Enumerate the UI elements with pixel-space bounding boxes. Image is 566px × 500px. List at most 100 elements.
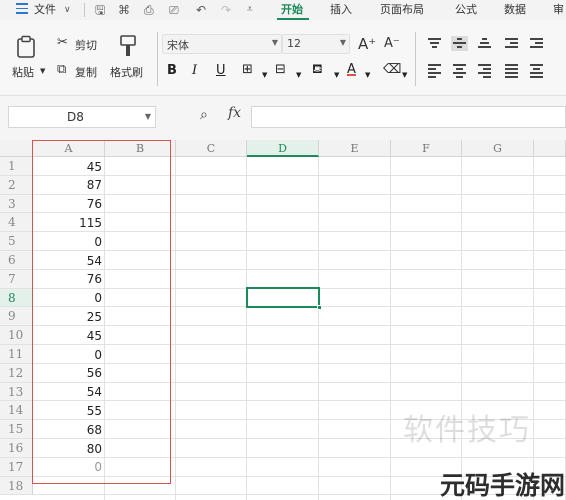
menu-icon[interactable] [16, 3, 28, 14]
copy-button[interactable]: 复制 [75, 64, 97, 80]
tab-formulas[interactable]: 公式 [455, 2, 477, 18]
chevron-down-icon: ▼ [339, 38, 346, 47]
fill-color-icon[interactable]: ⛾ [312, 62, 323, 78]
row-header-4[interactable]: 4 [0, 213, 33, 233]
tab-page-layout[interactable]: 页面布局 [380, 2, 424, 18]
tab-insert[interactable]: 插入 [330, 2, 352, 18]
row-header-15[interactable]: 15 [0, 420, 33, 439]
row-header-16[interactable]: 16 [0, 439, 33, 458]
save-icon[interactable]: 🖫 [95, 2, 105, 18]
row-header-3[interactable]: 3 [0, 194, 33, 214]
divider [84, 3, 85, 17]
justify-icon[interactable] [505, 64, 518, 78]
row-header-5[interactable]: 5 [0, 232, 33, 251]
decrease-font-size-icon[interactable]: A⁻ [384, 36, 400, 52]
tab-review[interactable]: 审 [553, 2, 564, 18]
row-header-6[interactable]: 6 [0, 251, 33, 270]
redo-icon[interactable]: ↷ [221, 2, 231, 18]
name-box[interactable]: D8 ▼ [8, 106, 156, 128]
row-header-2[interactable]: 2 [0, 175, 33, 195]
highlight-box [32, 140, 171, 484]
file-menu[interactable]: 文件 [34, 2, 56, 18]
grid-line [175, 157, 176, 500]
row-header-11[interactable]: 11 [0, 345, 33, 364]
active-cell[interactable] [246, 287, 322, 310]
menu-bar: 文件 ∨ 🖫 ⌘ ⎙ ⎚ ↶ ↷ ⩡ 开始 插入 页面布局 公式 数据 审 [0, 0, 566, 20]
column-header-f[interactable]: F [391, 140, 462, 157]
distributed-icon[interactable] [530, 64, 543, 78]
font-color-icon[interactable]: A [347, 62, 356, 78]
watermark-logo-text: 元码手游网 [440, 471, 566, 500]
tab-data[interactable]: 数据 [504, 2, 526, 18]
divider [157, 32, 158, 86]
grid-line [318, 157, 319, 500]
align-top-icon[interactable] [428, 38, 441, 49]
print-preview-icon[interactable]: ⎚ [169, 2, 179, 18]
paste-button[interactable]: 粘贴 [12, 64, 34, 80]
pin-icon[interactable]: ⌘ [118, 2, 130, 18]
row-header-9[interactable]: 9 [0, 307, 33, 327]
formula-bar: D8 ▼ ⌕ fx [0, 96, 566, 140]
font-name-value: 宋体 [167, 39, 189, 52]
row-header-13[interactable]: 13 [0, 382, 33, 402]
row-header-18[interactable]: 18 [0, 476, 33, 496]
row-header-7[interactable]: 7 [0, 269, 33, 289]
clear-format-icon[interactable]: ⌫ [383, 62, 401, 78]
italic-icon[interactable]: I [192, 63, 197, 79]
paste-icon[interactable] [15, 35, 37, 64]
scissors-icon[interactable]: ✂ [57, 35, 68, 51]
align-left-icon[interactable] [428, 64, 441, 78]
merge-cells-icon[interactable]: ⊟ [275, 62, 286, 78]
zoom-search-icon[interactable]: ⌕ [200, 107, 208, 123]
select-all-corner[interactable] [0, 140, 33, 157]
decrease-indent-icon[interactable] [505, 38, 518, 49]
copy-icon[interactable]: ⧉ [57, 62, 66, 78]
row-header-12[interactable]: 12 [0, 363, 33, 383]
chevron-down-icon[interactable]: ▼ [402, 67, 407, 83]
font-size-value: 12 [287, 37, 301, 50]
row-header-8[interactable]: 8 [0, 288, 33, 308]
fill-handle[interactable] [317, 305, 322, 310]
increase-indent-icon[interactable] [530, 38, 543, 49]
cut-button[interactable]: 剪切 [75, 37, 97, 53]
format-painter-icon[interactable] [118, 34, 138, 63]
column-header-g[interactable]: G [462, 140, 534, 157]
print-icon[interactable]: ⎙ [144, 2, 154, 18]
spreadsheet-app: 文件 ∨ 🖫 ⌘ ⎙ ⎚ ↶ ↷ ⩡ 开始 插入 页面布局 公式 数据 审 粘贴… [0, 0, 566, 500]
bold-icon[interactable]: B [167, 63, 177, 79]
increase-font-size-icon[interactable]: A⁺ [358, 36, 376, 52]
align-bottom-icon[interactable] [478, 38, 491, 49]
align-center-icon[interactable] [453, 64, 466, 78]
chevron-down-icon: ▼ [144, 112, 151, 121]
chevron-down-icon[interactable]: ∨ [64, 2, 71, 18]
align-right-icon[interactable] [478, 64, 491, 78]
font-name-select[interactable]: 宋体 ▼ [162, 34, 282, 54]
chevron-down-icon[interactable]: ▼ [40, 67, 45, 75]
row-header-1[interactable]: 1 [0, 157, 33, 176]
fx-icon[interactable]: fx [228, 105, 241, 121]
column-header-next[interactable] [534, 140, 566, 157]
tab-home[interactable]: 开始 [281, 2, 303, 18]
chevron-down-icon[interactable]: ▼ [334, 67, 339, 83]
chevron-down-icon[interactable]: ▼ [365, 67, 370, 83]
column-header-d[interactable]: D [247, 140, 319, 157]
divider [415, 32, 416, 86]
column-header-c[interactable]: C [176, 140, 247, 157]
ribbon: 粘贴 ▼ ✂ 剪切 ⧉ 复制 格式刷 宋体 ▼ 12 ▼ A⁺ A⁻ B I U… [0, 20, 566, 96]
format-painter-button[interactable]: 格式刷 [110, 64, 143, 80]
row-header-17[interactable]: 17 [0, 457, 33, 477]
row-header-14[interactable]: 14 [0, 401, 33, 421]
row-header-10[interactable]: 10 [0, 326, 33, 345]
formula-input[interactable] [251, 106, 566, 128]
column-header-e[interactable]: E [319, 140, 391, 157]
align-middle-icon[interactable] [451, 36, 468, 51]
grid-line [246, 157, 247, 500]
more-icon[interactable]: ⩡ [247, 2, 253, 18]
underline-icon[interactable]: U [216, 63, 226, 79]
chevron-down-icon: ▼ [271, 38, 278, 47]
undo-icon[interactable]: ↶ [196, 2, 206, 18]
borders-icon[interactable]: ⊞ [242, 62, 253, 78]
font-size-select[interactable]: 12 ▼ [282, 34, 350, 54]
chevron-down-icon[interactable]: ▼ [262, 67, 267, 83]
chevron-down-icon[interactable]: ▼ [296, 67, 301, 83]
